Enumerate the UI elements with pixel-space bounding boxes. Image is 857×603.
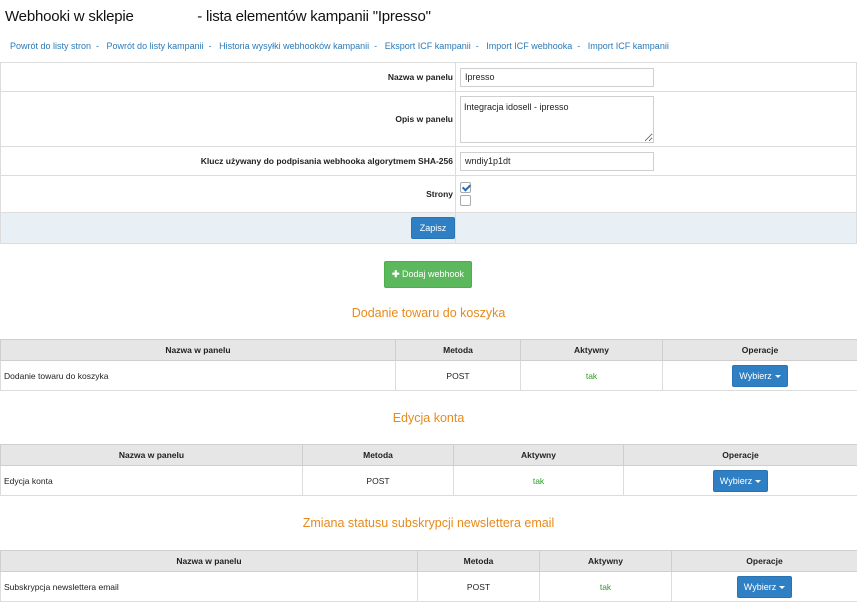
webhook-table-newsletter: Nazwa w panelu Metoda Aktywny Operacje S… — [0, 550, 857, 602]
choose-label: Wybierz — [719, 475, 753, 486]
webhook-name: Edycja konta — [0, 465, 303, 496]
form-row-save: Zapisz — [0, 212, 857, 244]
webhook-method: POST — [417, 571, 540, 602]
name-label: Nazwa w panelu — [0, 62, 456, 92]
caret-down-icon — [779, 585, 786, 589]
description-cell: Integracja idosell - ipresso — [455, 91, 857, 147]
column-header-method: Metoda — [302, 444, 454, 466]
table-header-row: Nazwa w panelu Metoda Aktywny Operacje — [0, 550, 857, 572]
campaign-form: Nazwa w panelu Opis w panelu Integracja … — [0, 62, 857, 244]
form-row-stores: Strony — [0, 175, 857, 213]
name-input[interactable] — [460, 67, 654, 87]
section-title-newsletter: Zmiana statusu subskrypcji newslettera e… — [302, 516, 555, 530]
form-row-name: Nazwa w panelu — [0, 62, 857, 92]
webhook-table-account-edit: Nazwa w panelu Metoda Aktywny Operacje E… — [0, 444, 857, 496]
breadcrumb-separator: - — [96, 41, 100, 51]
caret-down-icon — [774, 374, 781, 378]
breadcrumb-separator: - — [475, 41, 479, 51]
table-header-row: Nazwa w panelu Metoda Aktywny Operacje — [0, 444, 857, 466]
choose-label: Wybierz — [739, 370, 772, 381]
column-header-operations: Operacje — [671, 550, 857, 572]
column-header-name: Nazwa w panelu — [0, 550, 418, 572]
section-title-account-edit: Edycja konta — [392, 411, 465, 425]
webhook-active: tak — [453, 465, 624, 496]
breadcrumb-back-to-pages[interactable]: Powrót do listy stron — [10, 41, 91, 51]
webhook-table-add-to-cart: Nazwa w panelu Metoda Aktywny Operacje D… — [0, 339, 857, 391]
column-header-name: Nazwa w panelu — [0, 444, 303, 466]
choose-label: Wybierz — [743, 581, 777, 592]
breadcrumb-back-to-campaigns[interactable]: Powrót do listy kampanii — [107, 41, 204, 51]
webhook-operations: Wybierz — [662, 360, 857, 391]
breadcrumb-separator: - — [208, 41, 212, 51]
column-header-operations: Operacje — [662, 339, 857, 361]
store-checkbox-1[interactable] — [460, 182, 471, 193]
stores-cell — [455, 175, 857, 213]
column-header-method: Metoda — [417, 550, 540, 572]
page-title-suffix: - lista elementów kampanii "Ipresso" — [197, 8, 431, 25]
webhook-method: POST — [302, 465, 454, 496]
table-row: Dodanie towaru do koszyka POST tak Wybie… — [0, 360, 857, 391]
column-header-active: Aktywny — [453, 444, 624, 466]
key-label: Klucz używany do podpisania webhooka alg… — [0, 146, 456, 176]
table-row: Edycja konta POST tak Wybierz — [0, 465, 857, 496]
webhook-name: Dodanie towaru do koszyka — [0, 360, 396, 391]
column-header-method: Metoda — [395, 339, 521, 361]
webhook-method: POST — [395, 360, 521, 391]
key-cell — [455, 146, 857, 176]
column-header-active: Aktywny — [520, 339, 663, 361]
breadcrumb-separator: - — [577, 41, 581, 51]
webhook-active: tak — [539, 571, 672, 602]
add-webhook-button[interactable]: ✚ Dodaj webhook — [384, 261, 472, 288]
column-header-operations: Operacje — [623, 444, 857, 466]
form-row-description: Opis w panelu Integracja idosell - ipres… — [0, 91, 857, 147]
description-textarea[interactable]: Integracja idosell - ipresso — [460, 95, 654, 143]
plus-icon: ✚ — [391, 269, 400, 279]
description-label: Opis w panelu — [0, 91, 456, 147]
save-button[interactable]: Zapisz — [411, 217, 455, 239]
breadcrumb-webhook-history[interactable]: Historia wysyłki webhooków kampanii — [219, 41, 369, 51]
webhook-operations: Wybierz — [671, 571, 857, 602]
save-row-spacer — [0, 212, 456, 244]
webhook-name: Subskrypcja newslettera email — [0, 571, 418, 602]
choose-dropdown-button[interactable]: Wybierz — [732, 364, 788, 387]
webhook-active: tak — [520, 360, 663, 391]
breadcrumb: Powrót do listy stron - Powrót do listy k… — [10, 41, 669, 51]
page-title: Webhooki w sklepie - lista elementów kam… — [5, 8, 431, 25]
column-header-active: Aktywny — [539, 550, 672, 572]
stores-label: Strony — [0, 175, 456, 213]
breadcrumb-import-icf-webhook[interactable]: Import ICF webhooka — [486, 41, 572, 51]
store-checkbox-2[interactable] — [460, 195, 471, 206]
caret-down-icon — [755, 479, 762, 483]
section-title-add-to-cart: Dodanie towaru do koszyka — [351, 306, 506, 320]
table-header-row: Nazwa w panelu Metoda Aktywny Operacje — [0, 339, 857, 361]
form-row-key: Klucz używany do podpisania webhooka alg… — [0, 146, 857, 176]
page-title-prefix: Webhooki w sklepie — [5, 8, 134, 25]
table-row: Subskrypcja newslettera email POST tak W… — [0, 571, 857, 602]
column-header-name: Nazwa w panelu — [0, 339, 396, 361]
add-webhook-label: Dodaj webhook — [402, 269, 465, 279]
key-input[interactable] — [460, 151, 654, 171]
choose-dropdown-button[interactable]: Wybierz — [712, 469, 769, 492]
choose-dropdown-button[interactable]: Wybierz — [736, 575, 793, 598]
breadcrumb-separator: - — [374, 41, 378, 51]
breadcrumb-import-icf-campaign[interactable]: Import ICF kampanii — [588, 41, 669, 51]
breadcrumb-export-icf-campaign[interactable]: Eksport ICF kampanii — [385, 41, 471, 51]
save-cell: Zapisz — [411, 212, 857, 244]
webhook-operations: Wybierz — [623, 465, 857, 496]
name-cell — [455, 62, 857, 92]
